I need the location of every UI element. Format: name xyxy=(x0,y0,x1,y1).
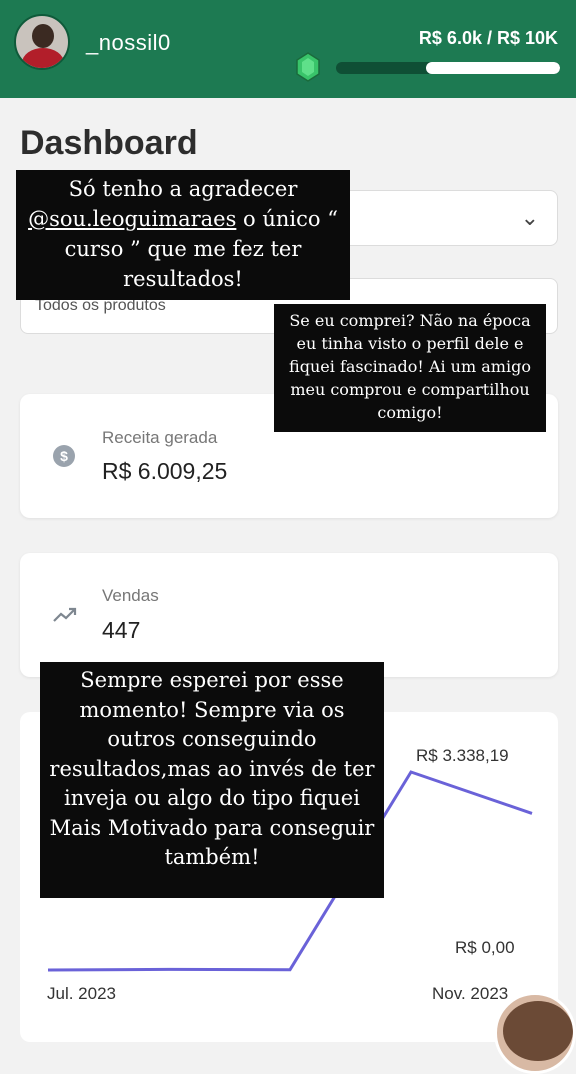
revenue-label: Receita gerada xyxy=(102,428,218,447)
goal-progress-bar xyxy=(336,62,560,74)
sales-label: Vendas xyxy=(102,586,159,605)
sales-card: Vendas 447 xyxy=(20,553,558,677)
sales-value: 447 xyxy=(102,617,141,643)
revenue-goal-text: R$ 6.0k / R$ 10K xyxy=(418,28,558,48)
top-bar: _nossil0 R$ 6.0k / R$ 10K xyxy=(0,0,576,98)
commenter-avatar[interactable] xyxy=(494,992,576,1074)
x-tick-label-start: Jul. 2023 xyxy=(47,984,116,1003)
goal-progress-fill xyxy=(425,62,560,74)
username: _nossil0 xyxy=(86,30,171,55)
chevron-down-icon: ⌄ xyxy=(520,205,539,230)
avatar[interactable] xyxy=(14,14,70,70)
story-text-overlay-1: Só tenho a agradecer @sou.leoguimaraes o… xyxy=(16,170,350,300)
trending-up-icon xyxy=(53,607,77,622)
x-tick-label-end: Nov. 2023 xyxy=(432,984,508,1003)
avatar-body-shape xyxy=(22,48,64,68)
overlay-1-mention-link[interactable]: @sou.leoguimaraes xyxy=(28,207,236,231)
avatar-head-shape xyxy=(32,24,54,48)
page-title: Dashboard xyxy=(20,124,198,162)
story-text-overlay-2: Se eu comprei? Não na época eu tinha vis… xyxy=(274,304,546,432)
revenue-value: R$ 6.009,25 xyxy=(102,458,228,484)
min-value-label: R$ 0,00 xyxy=(455,938,515,957)
story-text-overlay-3: Sempre esperei por esse momento! Sempre … xyxy=(40,662,384,898)
emerald-gem-icon xyxy=(296,52,320,82)
max-value-label: R$ 3.338,19 xyxy=(416,746,509,765)
dollar-circle-icon: $ xyxy=(53,445,75,467)
commenter-hair-shape xyxy=(503,1001,573,1061)
overlay-1-line-1: Só tenho a agradecer xyxy=(68,177,298,201)
svg-text:$: $ xyxy=(60,448,68,464)
